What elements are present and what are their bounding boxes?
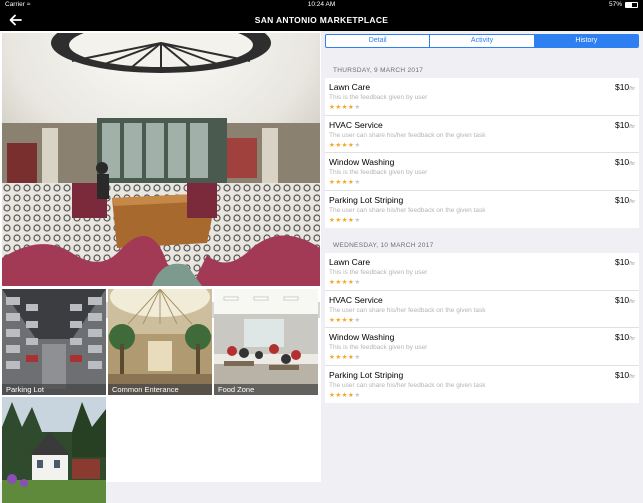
star-icon: ★ bbox=[354, 316, 361, 324]
star-rating: ★★★★★ bbox=[329, 216, 361, 224]
price-unit: /hr bbox=[629, 123, 635, 130]
price-value: $10 bbox=[614, 369, 630, 380]
price-value: $10 bbox=[614, 194, 630, 205]
star-icon: ★ bbox=[354, 354, 361, 361]
feedback-text: The user can share his/her feedback on t… bbox=[329, 306, 486, 314]
tab-history[interactable]: History bbox=[534, 35, 638, 47]
tile-caption: Parking Lot bbox=[2, 384, 106, 395]
price-unit: /hr bbox=[629, 298, 635, 305]
page-title: SAN ANTONIO MARKETPLACE bbox=[254, 15, 389, 25]
feedback-text: The user can share his/her feedback on t… bbox=[329, 131, 486, 139]
feedback-text: The user can share his/her feedback on t… bbox=[329, 206, 486, 214]
price-label: $10/hr bbox=[615, 120, 635, 130]
price-value: $10 bbox=[614, 82, 630, 92]
price-label: $10/hr bbox=[615, 82, 635, 92]
gallery-panel: Parking Lot Common Enterance Food Zone bbox=[0, 31, 321, 503]
price-value: $10 bbox=[614, 257, 630, 267]
section-date-header: THURSDAY, 9 MARCH 2017 bbox=[333, 67, 424, 74]
star-icon: ★ bbox=[354, 179, 361, 186]
star-icon: ★ bbox=[354, 391, 361, 399]
history-row[interactable]: Window Washing This is the feedback given… bbox=[325, 328, 639, 366]
history-row[interactable]: Parking Lot Striping The user can share h… bbox=[325, 366, 639, 404]
history-row[interactable]: Parking Lot Striping The user can share h… bbox=[325, 191, 639, 229]
task-name: Parking Lot Striping bbox=[329, 194, 404, 205]
history-list: Lawn Care This is the feedback given by u… bbox=[325, 78, 639, 228]
gallery-tile-house[interactable] bbox=[2, 397, 106, 503]
navigation-bar: SAN ANTONIO MARKETPLACE bbox=[0, 10, 643, 31]
detail-panel: Detail Activity History THURSDAY, 9 MARC… bbox=[321, 31, 643, 482]
segmented-control: Detail Activity History bbox=[325, 34, 639, 48]
price-label: $10/hr bbox=[615, 332, 635, 342]
price-unit: /hr bbox=[629, 198, 635, 205]
gallery-tile-food-zone[interactable]: Food Zone bbox=[214, 289, 318, 395]
status-time: 10:24 AM bbox=[307, 1, 336, 8]
battery-percent: 57% bbox=[608, 1, 622, 8]
task-name: Window Washing bbox=[329, 157, 395, 167]
star-icon: ★ bbox=[354, 141, 361, 149]
price-value: $10 bbox=[614, 119, 630, 130]
star-rating: ★★★★★ bbox=[329, 103, 361, 111]
star-rating: ★★★★★ bbox=[329, 353, 361, 361]
price-value: $10 bbox=[614, 294, 630, 305]
task-name: Window Washing bbox=[329, 332, 395, 342]
battery-indicator: 57% bbox=[609, 1, 638, 8]
task-name: Lawn Care bbox=[329, 82, 371, 92]
feedback-text: The user can share his/her feedback on t… bbox=[329, 381, 486, 389]
gallery-tile-parking-lot[interactable]: Parking Lot bbox=[2, 289, 106, 395]
price-unit: /hr bbox=[629, 86, 635, 92]
star-rating: ★★★★★ bbox=[329, 391, 361, 399]
task-name: HVAC Service bbox=[329, 294, 383, 305]
task-name: Parking Lot Striping bbox=[329, 369, 404, 380]
battery-icon bbox=[625, 1, 638, 8]
price-label: $10/hr bbox=[615, 195, 635, 205]
price-value: $10 bbox=[614, 332, 630, 342]
star-rating: ★★★★★ bbox=[329, 141, 361, 149]
history-row[interactable]: Window Washing This is the feedback given… bbox=[325, 153, 639, 191]
price-label: $10/hr bbox=[615, 257, 635, 267]
star-rating: ★★★★★ bbox=[329, 178, 361, 186]
feedback-text: This is the feedback given by user bbox=[329, 269, 428, 276]
history-list: Lawn Care This is the feedback given by u… bbox=[325, 253, 639, 403]
price-unit: /hr bbox=[629, 161, 635, 167]
task-name: HVAC Service bbox=[329, 119, 383, 130]
gallery-tile-common-enterance[interactable]: Common Enterance bbox=[108, 289, 212, 395]
price-label: $10/hr bbox=[615, 157, 635, 167]
history-row[interactable]: Lawn Care This is the feedback given by u… bbox=[325, 253, 639, 291]
star-rating: ★★★★★ bbox=[329, 278, 361, 286]
star-icon: ★ bbox=[354, 279, 361, 286]
star-rating: ★★★★★ bbox=[329, 316, 361, 324]
star-icon: ★ bbox=[354, 104, 361, 111]
star-icon: ★ bbox=[354, 216, 361, 224]
history-row[interactable]: HVAC Service The user can share his/her f… bbox=[325, 291, 639, 328]
price-value: $10 bbox=[614, 157, 630, 167]
price-label: $10/hr bbox=[615, 295, 635, 305]
price-unit: /hr bbox=[629, 373, 635, 380]
tab-detail[interactable]: Detail bbox=[326, 35, 431, 47]
feedback-text: This is the feedback given by user bbox=[329, 344, 428, 351]
history-row[interactable]: HVAC Service The user can share his/her f… bbox=[325, 116, 639, 153]
tab-activity[interactable]: Activity bbox=[430, 35, 535, 47]
feedback-text: This is the feedback given by user bbox=[329, 169, 428, 176]
task-name: Lawn Care bbox=[329, 257, 371, 267]
history-row[interactable]: Lawn Care This is the feedback given by u… bbox=[325, 78, 639, 116]
section-date-header: WEDNESDAY, 10 MARCH 2017 bbox=[333, 242, 434, 249]
hero-image[interactable] bbox=[2, 33, 320, 286]
price-unit: /hr bbox=[629, 261, 635, 267]
price-unit: /hr bbox=[629, 336, 635, 342]
tile-caption: Food Zone bbox=[214, 384, 318, 395]
feedback-text: This is the feedback given by user bbox=[329, 94, 428, 101]
price-label: $10/hr bbox=[615, 370, 635, 380]
tile-caption: Common Enterance bbox=[108, 384, 212, 395]
status-bar: Carrier ≈ 10:24 AM 57% bbox=[0, 0, 643, 10]
